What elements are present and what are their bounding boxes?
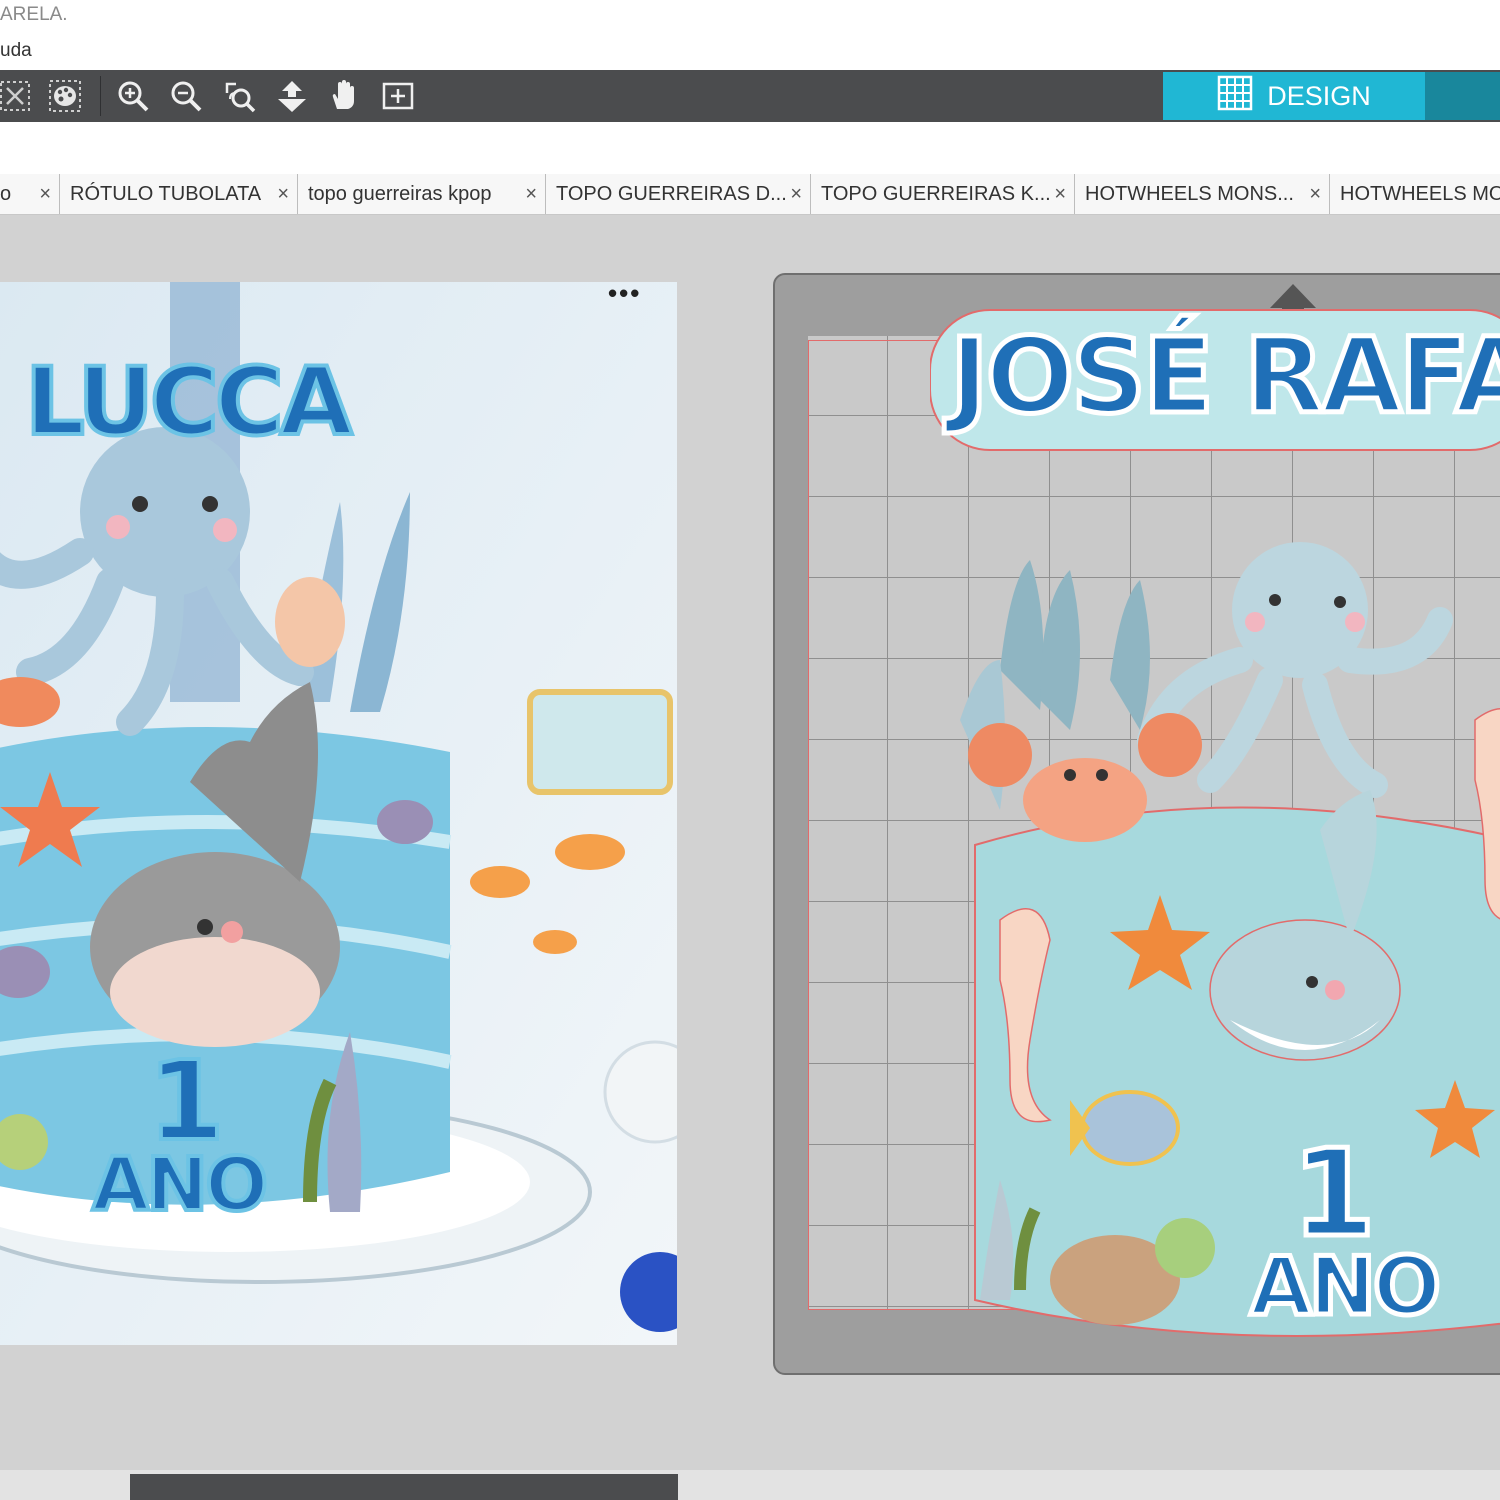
more-options-icon[interactable]: ••• xyxy=(608,278,641,309)
window-title: ARELA. xyxy=(0,4,68,25)
design-tab-label: DESIGN xyxy=(1267,80,1371,111)
tab-document[interactable]: TOPO GUERREIRAS D... × xyxy=(546,174,811,214)
zoom-out-icon[interactable] xyxy=(167,78,205,114)
tab-close-icon[interactable]: × xyxy=(277,183,289,206)
design-age-word[interactable]: ANO xyxy=(1248,1238,1444,1336)
scrollbar-thumb[interactable] xyxy=(130,1474,678,1500)
tab-label: topo guerreiras kpop xyxy=(308,182,492,205)
tab-document[interactable]: topo guerreiras kpop × xyxy=(298,174,546,214)
zoom-selection-icon[interactable] xyxy=(220,78,258,114)
close-x-icon[interactable] xyxy=(0,78,34,114)
photo-age-word: ANO xyxy=(90,1140,270,1230)
tab-document[interactable]: o × xyxy=(0,174,60,214)
document-tabs: o × RÓTULO TUBOLATA × topo guerreiras kp… xyxy=(0,174,1500,215)
tab-close-icon[interactable]: × xyxy=(790,183,802,206)
tab-document[interactable]: HOTWHEELS MONS... × xyxy=(1075,174,1330,214)
design-name-topper[interactable]: JOSÉ RAFA xyxy=(947,313,1500,440)
hand-pan-icon[interactable] xyxy=(326,78,364,114)
window-titlebar: ARELA. uda xyxy=(0,0,1500,70)
move-down-icon[interactable] xyxy=(273,78,311,114)
reference-photo[interactable]: LUCCA 1 ANO xyxy=(0,282,677,1345)
next-mode-tab[interactable] xyxy=(1425,72,1500,120)
fit-page-icon[interactable] xyxy=(379,78,417,114)
tab-document[interactable]: HOTWHEELS MO xyxy=(1330,174,1500,214)
paint-palette-icon[interactable] xyxy=(46,78,84,114)
options-bar xyxy=(0,122,1500,174)
tab-label: HOTWHEELS MONS... xyxy=(1085,182,1294,205)
tab-label: TOPO GUERREIRAS D... xyxy=(556,182,787,205)
tab-close-icon[interactable]: × xyxy=(39,183,51,206)
tab-label: RÓTULO TUBOLATA xyxy=(70,182,262,205)
photo-name-topper: LUCCA xyxy=(23,346,355,459)
zoom-in-icon[interactable] xyxy=(114,78,152,114)
tab-close-icon[interactable]: × xyxy=(525,183,537,206)
menu-help[interactable]: uda xyxy=(0,40,32,62)
grid-icon xyxy=(1217,75,1253,118)
design-mode-tab[interactable]: DESIGN xyxy=(1163,72,1425,120)
tab-label: TOPO GUERREIRAS K... xyxy=(821,182,1051,205)
tab-document[interactable]: RÓTULO TUBOLATA × xyxy=(60,174,298,214)
tab-close-icon[interactable]: × xyxy=(1309,183,1321,206)
tab-label: o xyxy=(0,182,12,205)
tab-label: HOTWHEELS MO xyxy=(1340,182,1500,205)
tab-close-icon[interactable]: × xyxy=(1054,183,1066,206)
design-artwork[interactable]: JOSÉ RAFA 1 ANO xyxy=(930,300,1500,1350)
tab-document[interactable]: TOPO GUERREIRAS K... × xyxy=(811,174,1075,214)
